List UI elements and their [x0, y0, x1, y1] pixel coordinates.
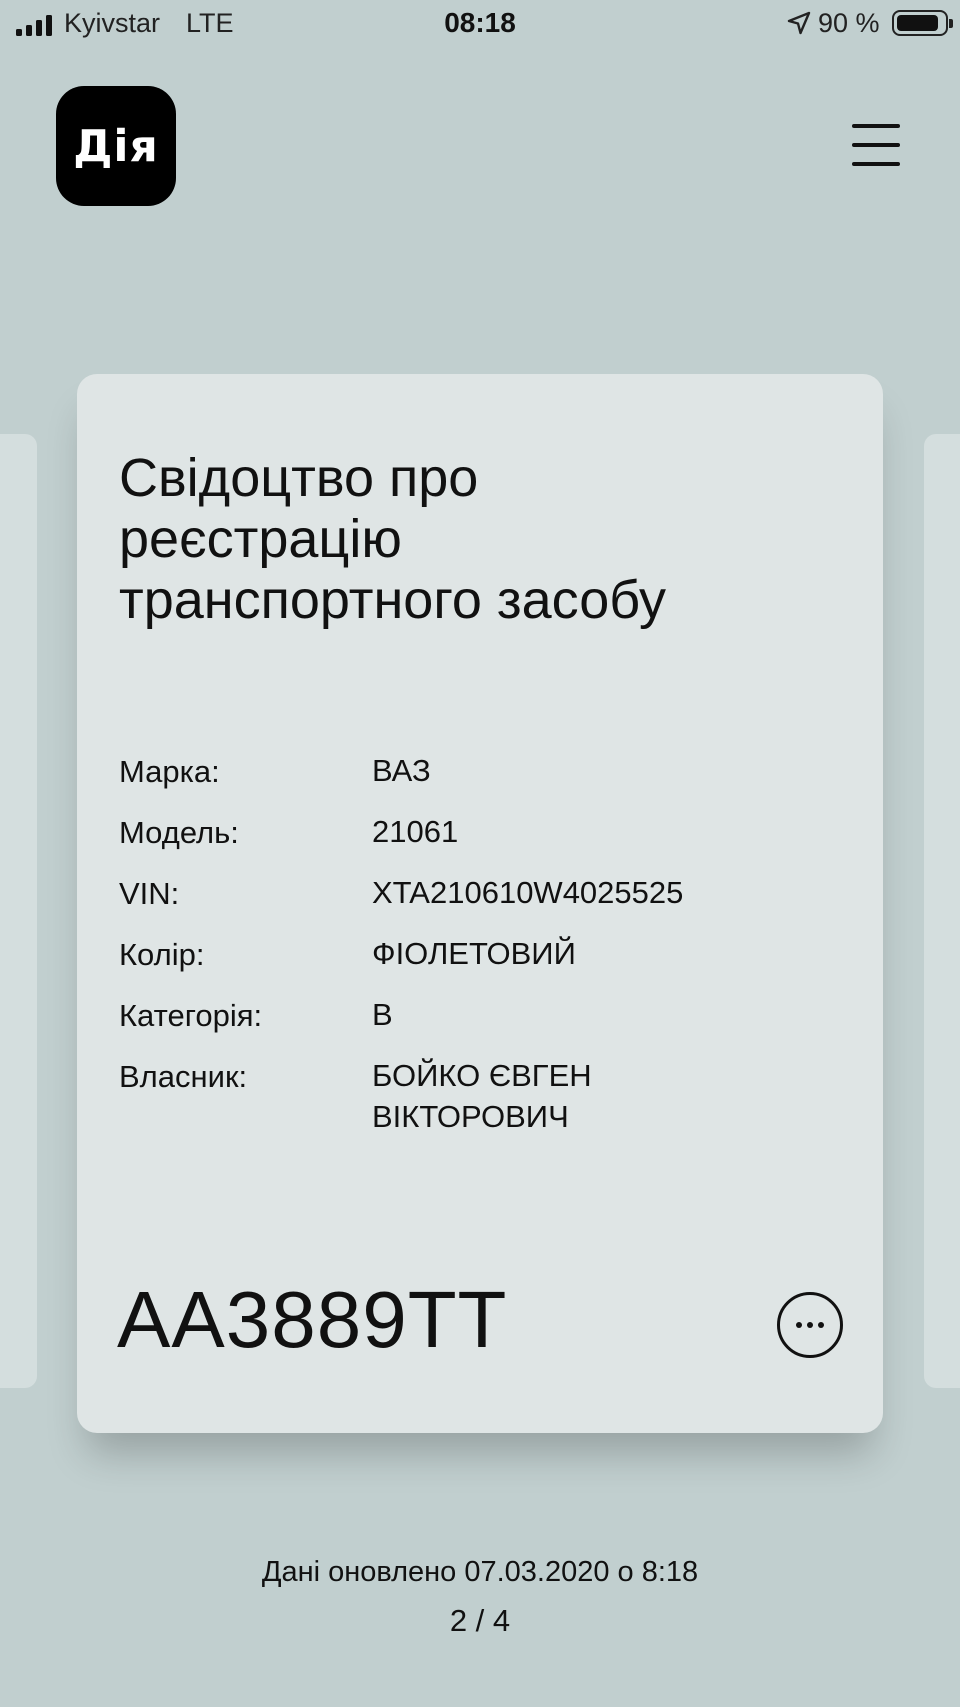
field-value: B	[372, 997, 393, 1032]
field-label: Колір:	[119, 937, 205, 972]
document-title: Свідоцтво про реєстрацію транспортного з…	[119, 448, 667, 630]
page-indicator: 2 / 4	[449, 1603, 511, 1638]
status-bar: Kyivstar LTE 08:18 90 %	[0, 0, 960, 48]
field-value: 21061	[372, 814, 459, 849]
field-value: БОЙКО ЄВГЕН ВІКТОРОВИЧ	[372, 1058, 592, 1134]
field-label: Модель:	[119, 815, 239, 850]
field-label: Марка:	[119, 754, 220, 789]
plate-number: AA3889TT	[117, 1275, 508, 1364]
field-label: Категорія:	[119, 998, 263, 1033]
location-arrow-icon	[787, 11, 811, 35]
field-value: XTA210610W4025525	[372, 875, 684, 910]
battery-percent: 90 %	[818, 8, 880, 38]
clock: 08:18	[444, 7, 516, 38]
field-value: ВАЗ	[372, 753, 431, 788]
more-options-icon[interactable]	[777, 1292, 843, 1358]
field-value: ФІОЛЕТОВИЙ	[372, 936, 576, 971]
field-label: Власник:	[119, 1059, 248, 1094]
field-label: VIN:	[119, 876, 180, 911]
data-updated-text: Дані оновлено 07.03.2020 о 8:18	[261, 1556, 699, 1588]
vehicle-registration-card[interactable]: Свідоцтво про реєстрацію транспортного з…	[77, 374, 883, 1433]
next-document-card[interactable]	[924, 434, 960, 1388]
hamburger-menu-icon[interactable]	[852, 124, 900, 166]
screen: Kyivstar LTE 08:18 90 % Дія Свідоцтво пр…	[0, 0, 960, 1707]
app-logo: Дія	[56, 86, 176, 206]
previous-document-card[interactable]	[0, 434, 37, 1388]
battery-icon	[892, 10, 953, 36]
